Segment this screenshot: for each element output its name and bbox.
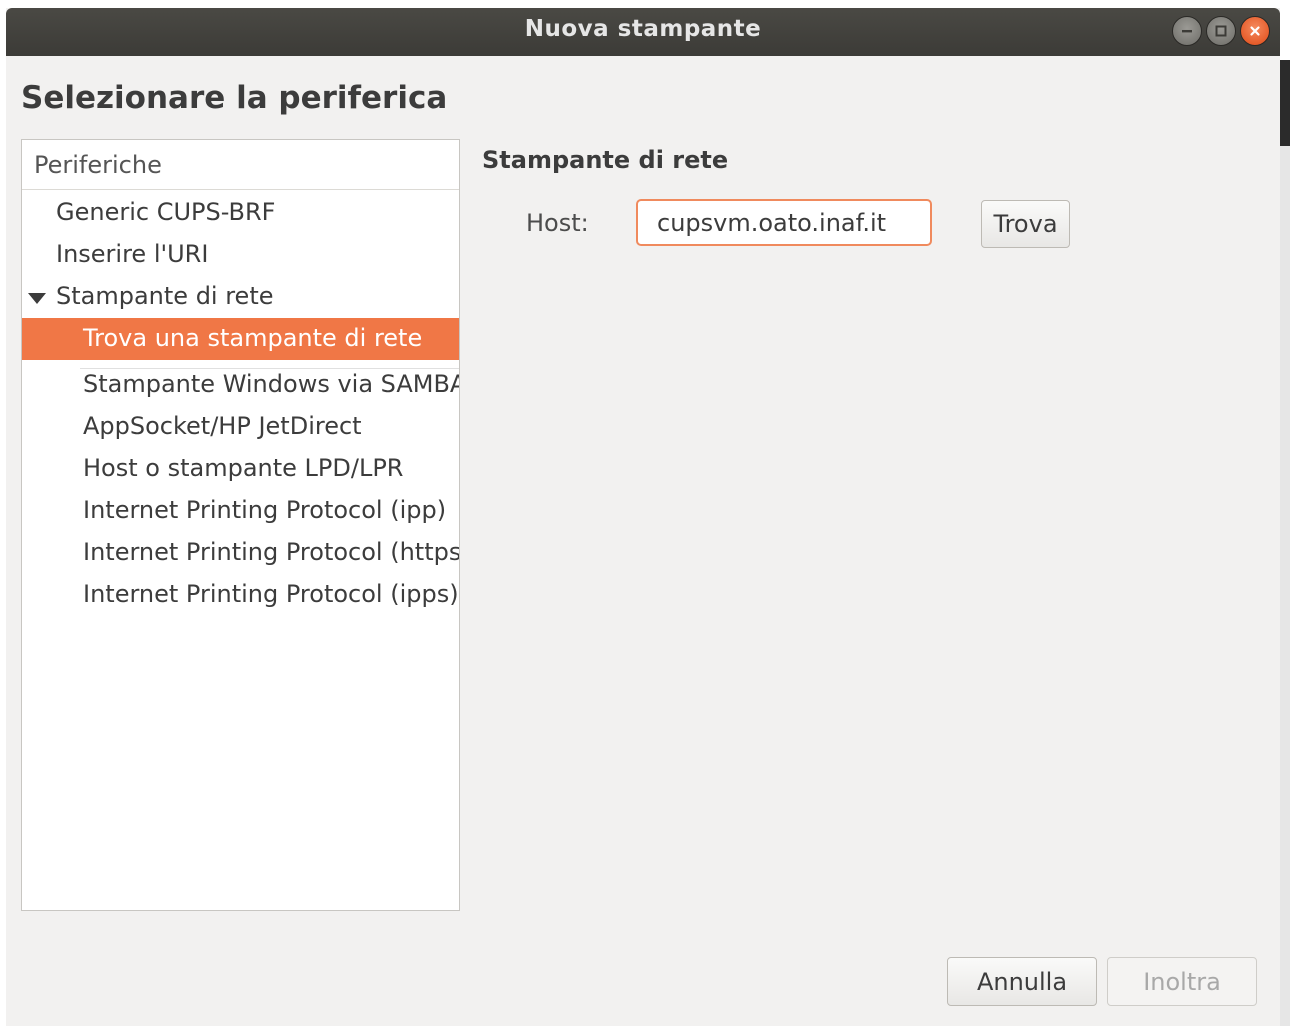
device-item-label: Internet Printing Protocol (ipp) — [83, 496, 447, 524]
device-list-header-label: Periferiche — [34, 151, 162, 179]
device-item-label: Internet Printing Protocol (https) — [83, 538, 459, 566]
device-item-label: Trova una stampante di rete — [83, 324, 423, 352]
forward-button[interactable]: Inoltra — [1107, 957, 1257, 1006]
minimize-button[interactable] — [1172, 16, 1202, 46]
host-label: Host: — [526, 209, 589, 237]
section-title: Stampante di rete — [482, 146, 729, 174]
device-item-generic-cups-brf[interactable]: Generic CUPS-BRF — [22, 192, 459, 234]
minimize-icon — [1182, 30, 1192, 33]
device-item-label: AppSocket/HP JetDirect — [83, 412, 362, 440]
window-controls — [1172, 16, 1270, 46]
device-item-windows-samba[interactable]: Stampante Windows via SAMBA — [22, 364, 459, 406]
background-edge — [1280, 60, 1290, 146]
device-item-label: Stampante di rete — [56, 282, 274, 310]
device-list-header[interactable]: Periferiche — [22, 140, 459, 190]
device-item-find-network-printer[interactable]: Trova una stampante di rete — [22, 318, 459, 360]
expander-triangle-icon[interactable] — [28, 293, 46, 304]
background-edge-light — [1280, 146, 1290, 1026]
maximize-icon — [1215, 25, 1227, 37]
page-title: Selezionare la periferica — [21, 80, 448, 116]
window-title: Nuova stampante — [524, 16, 762, 42]
device-item-label: Stampante Windows via SAMBA — [83, 370, 459, 398]
device-item-enter-uri[interactable]: Inserire l'URI — [22, 234, 459, 276]
device-item-label: Host o stampante LPD/LPR — [83, 454, 404, 482]
cancel-button[interactable]: Annulla — [947, 957, 1097, 1006]
maximize-button[interactable] — [1206, 16, 1236, 46]
find-button[interactable]: Trova — [981, 200, 1070, 248]
close-icon — [1250, 26, 1260, 36]
device-item-https[interactable]: Internet Printing Protocol (https) — [22, 532, 459, 574]
device-item-label: Generic CUPS-BRF — [56, 198, 276, 226]
device-item-label: Internet Printing Protocol (ipps) — [83, 580, 459, 608]
close-button[interactable] — [1240, 16, 1270, 46]
title-bar[interactable]: Nuova stampante — [6, 8, 1280, 56]
device-item-network-printer[interactable]: Stampante di rete — [22, 276, 459, 318]
device-item-lpd-lpr[interactable]: Host o stampante LPD/LPR — [22, 448, 459, 490]
host-input[interactable] — [636, 199, 932, 246]
device-item-ipp[interactable]: Internet Printing Protocol (ipp) — [22, 490, 459, 532]
device-item-appsocket-jetdirect[interactable]: AppSocket/HP JetDirect — [22, 406, 459, 448]
screen: Nuova stampante Selezionare la periferic… — [0, 0, 1290, 1026]
device-item-label: Inserire l'URI — [56, 240, 209, 268]
device-list[interactable]: Periferiche Generic CUPS-BRF Inserire l'… — [21, 139, 460, 911]
device-item-ipps[interactable]: Internet Printing Protocol (ipps) — [22, 574, 459, 616]
new-printer-dialog: Nuova stampante Selezionare la periferic… — [6, 8, 1280, 1026]
